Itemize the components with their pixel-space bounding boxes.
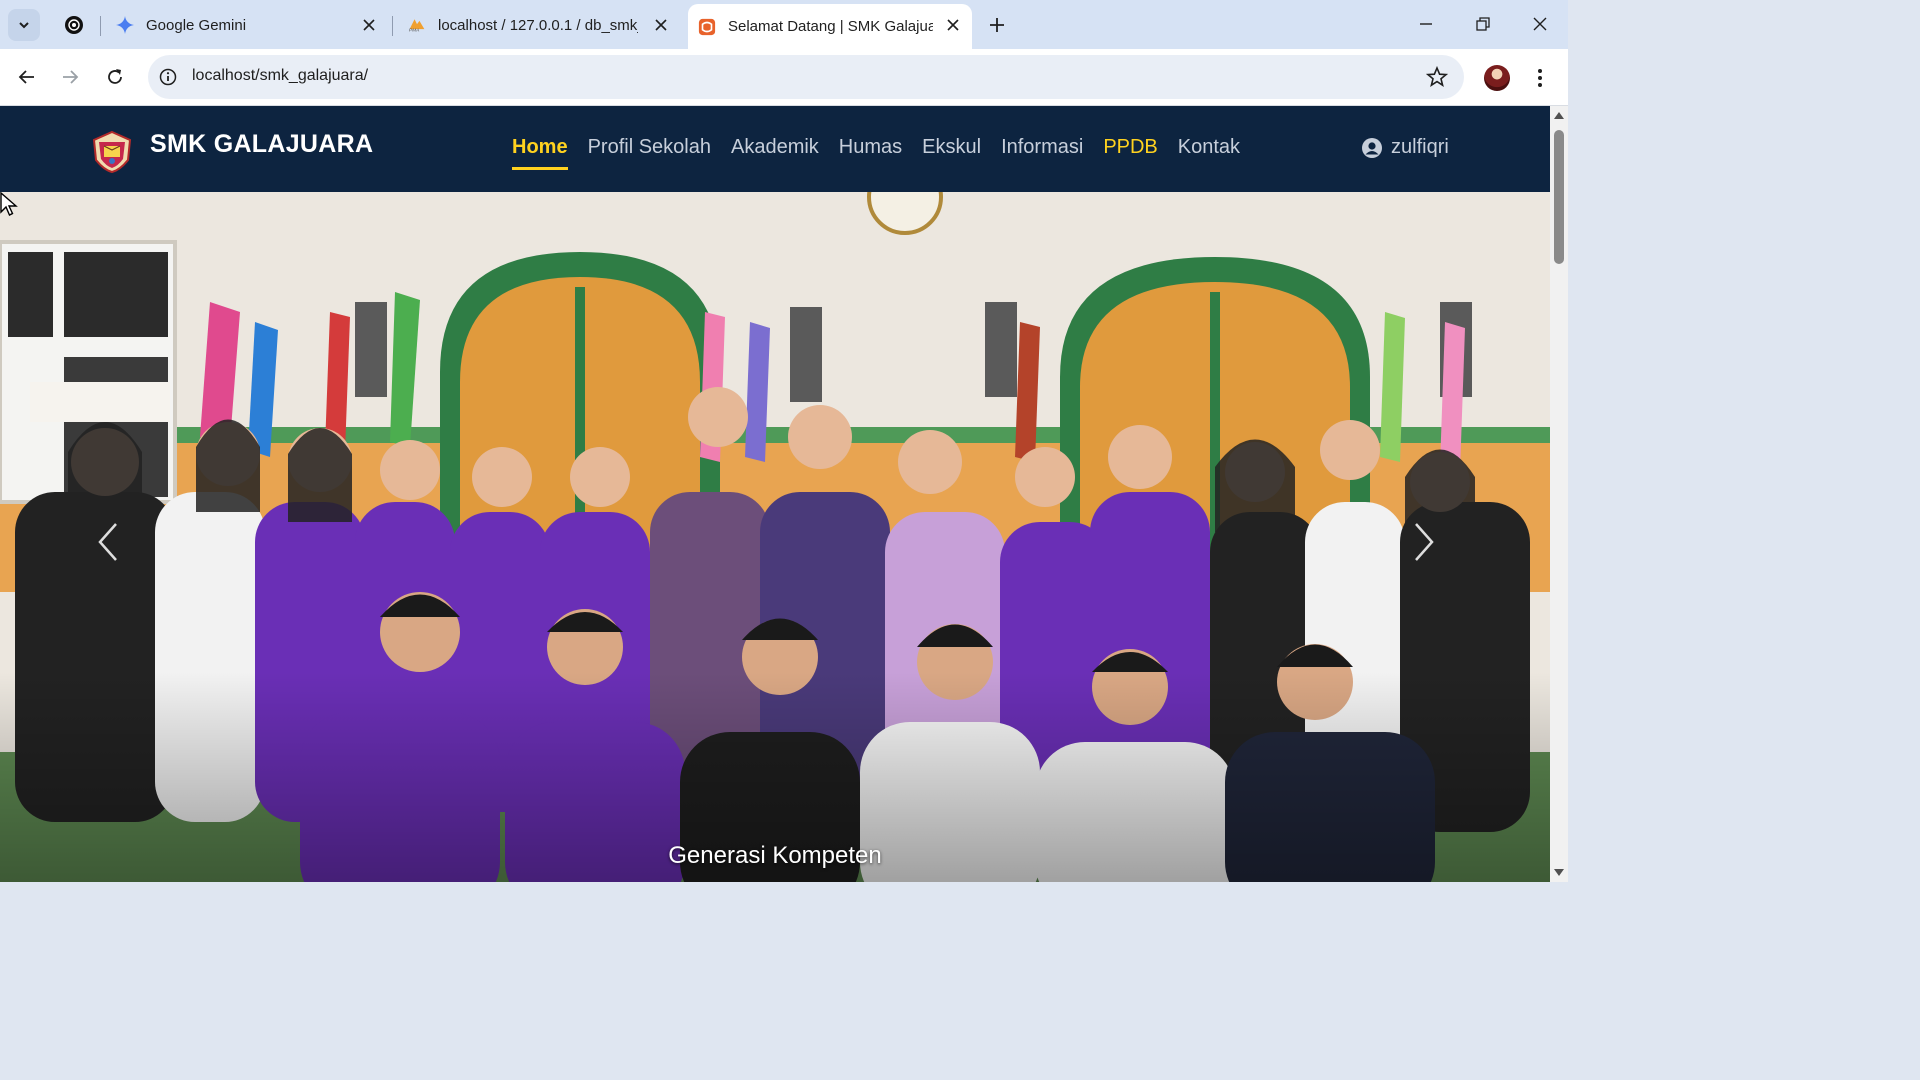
user-circle-icon — [1362, 137, 1382, 158]
school-logo[interactable] — [90, 130, 134, 174]
chevron-left-icon — [98, 523, 117, 561]
reload-icon — [108, 69, 122, 84]
tab-title: localhost / 127.0.0.1 / db_smk_g — [438, 16, 638, 34]
tab-separator — [100, 16, 101, 36]
scrollbar-thumb[interactable] — [1554, 130, 1564, 264]
scroll-up-arrow-icon[interactable] — [1554, 112, 1564, 119]
carousel-caption: Generasi Kompeten — [668, 842, 882, 869]
nav-profil-sekolah[interactable]: Profil Sekolah — [588, 136, 711, 170]
reload-button[interactable] — [101, 63, 129, 91]
url-text[interactable]: localhost/smk_galajuara/ — [192, 67, 368, 85]
address-bar[interactable]: localhost/smk_galajuara/ — [148, 55, 1464, 99]
chevron-right-icon — [1415, 523, 1434, 561]
minimize-icon — [1420, 23, 1432, 25]
tab-active[interactable]: Selamat Datang | SMK Galajuara — [688, 4, 972, 49]
profile-avatar[interactable] — [1484, 65, 1510, 91]
svg-text:PMA: PMA — [409, 28, 420, 34]
site-icon — [698, 18, 716, 36]
carousel-next-button[interactable] — [1412, 522, 1452, 572]
arrow-left-icon — [18, 70, 34, 84]
bookmark-star-icon[interactable] — [1425, 65, 1449, 88]
tab-phpmyadmin[interactable]: PMA localhost / 127.0.0.1 / db_smk_g — [400, 8, 680, 42]
tab-strip: Google Gemini PMA localhost / 127.0.0.1 … — [0, 0, 1568, 49]
openai-icon — [65, 16, 83, 34]
tab-title: Google Gemini — [146, 16, 247, 34]
tab-gemini[interactable]: Google Gemini — [108, 8, 388, 42]
username: zulfiqri — [1391, 136, 1449, 158]
arrow-right-icon — [63, 70, 79, 84]
nav-ekskul[interactable]: Ekskul — [922, 136, 981, 170]
tab-pinned[interactable] — [56, 8, 92, 42]
site-brand[interactable]: SMK GALAJUARA — [150, 130, 373, 159]
hero-carousel: Generasi Kompeten — [0, 192, 1550, 882]
close-window-button[interactable] — [1520, 8, 1560, 40]
close-icon — [1533, 17, 1547, 31]
nav-akademik[interactable]: Akademik — [731, 136, 819, 170]
tab-title: Selamat Datang | SMK Galajuara — [728, 18, 933, 35]
close-icon[interactable] — [360, 16, 378, 34]
tab-separator — [392, 16, 393, 36]
main-nav: Home Profil Sekolah Akademik Humas Eksku… — [512, 136, 1260, 170]
user-menu[interactable]: zulfiqri — [1362, 136, 1449, 159]
tab-search-button[interactable] — [8, 9, 40, 41]
site-navbar: SMK GALAJUARA Home Profil Sekolah Akadem… — [0, 106, 1550, 192]
browser-toolbar: localhost/smk_galajuara/ — [0, 49, 1568, 106]
more-vert-icon — [1538, 69, 1542, 87]
hero-photo — [0, 192, 1550, 882]
page-scrollbar[interactable] — [1550, 106, 1568, 882]
nav-ppdb[interactable]: PPDB — [1103, 136, 1157, 170]
restore-icon — [1476, 17, 1490, 31]
nav-informasi[interactable]: Informasi — [1001, 136, 1083, 170]
close-icon[interactable] — [944, 16, 962, 34]
carousel-prev-button[interactable] — [96, 522, 136, 572]
forward-button[interactable] — [56, 63, 84, 91]
page-viewport: SMK GALAJUARA Home Profil Sekolah Akadem… — [0, 106, 1550, 882]
phpmyadmin-icon: PMA — [408, 16, 426, 34]
plus-icon — [990, 18, 1004, 32]
chevron-down-icon — [19, 22, 29, 29]
gemini-icon — [116, 16, 134, 34]
nav-home[interactable]: Home — [512, 136, 568, 170]
new-tab-button[interactable] — [984, 12, 1010, 38]
back-button[interactable] — [13, 63, 41, 91]
site-info-icon[interactable] — [158, 67, 178, 87]
minimize-button[interactable] — [1406, 8, 1446, 40]
scroll-down-arrow-icon[interactable] — [1554, 869, 1564, 876]
nav-kontak[interactable]: Kontak — [1178, 136, 1240, 170]
browser-menu-button[interactable] — [1530, 64, 1550, 92]
restore-button[interactable] — [1463, 8, 1503, 40]
close-icon[interactable] — [652, 16, 670, 34]
nav-humas[interactable]: Humas — [839, 136, 902, 170]
mouse-cursor-icon — [0, 192, 18, 216]
